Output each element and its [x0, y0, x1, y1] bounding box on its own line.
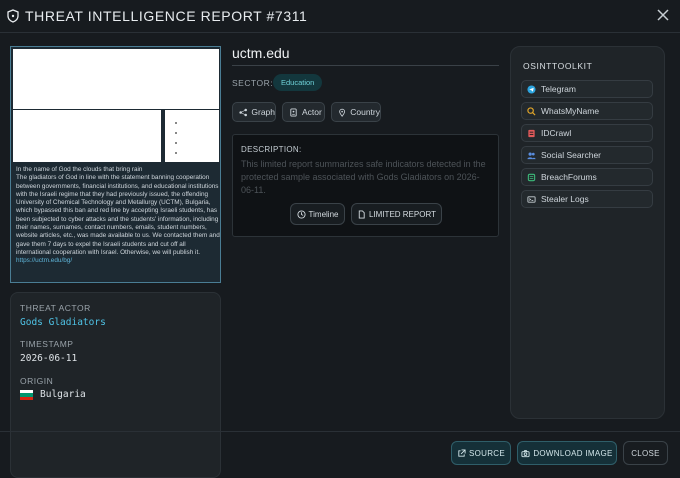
- osint-toolkit-panel: OSINTTOOLKIT Telegram WhatsMyName IDCraw…: [510, 46, 665, 419]
- screenshot-text: In the name of God the clouds that bring…: [16, 166, 220, 266]
- screenshot-link: https://uctm.edu/bg/: [16, 257, 73, 265]
- tool-telegram[interactable]: Telegram: [521, 80, 653, 98]
- description-text: This limited report summarizes safe indi…: [241, 159, 486, 195]
- tool-label: Stealer Logs: [541, 194, 589, 204]
- id-card-icon: [290, 107, 297, 117]
- footer-divider: [0, 431, 680, 432]
- country-button[interactable]: Country: [331, 102, 381, 122]
- description-label: DESCRIPTION:: [241, 145, 302, 154]
- tool-label: Social Searcher: [541, 150, 602, 160]
- tool-label: IDCrawl: [541, 128, 572, 138]
- users-icon: [527, 152, 536, 159]
- limited-report-label: LIMITED REPORT: [369, 209, 436, 219]
- tool-stealer-logs[interactable]: Stealer Logs: [521, 190, 653, 208]
- threat-actor-value: Gods Gladiators: [20, 317, 106, 328]
- map-pin-icon: [339, 108, 345, 117]
- graph-button[interactable]: Graph: [232, 102, 276, 122]
- timestamp-value: 2026-06-11: [20, 353, 78, 364]
- bulgaria-flag-icon: [20, 390, 33, 400]
- screenshot-page-3: [165, 110, 219, 162]
- graph-icon: [239, 108, 247, 116]
- shield-icon: [7, 9, 19, 23]
- description-box: DESCRIPTION: This limited report summari…: [232, 134, 499, 237]
- close-label: CLOSE: [631, 448, 660, 458]
- modal-title: THREAT INTELLIGENCE REPORT #7311: [25, 8, 308, 24]
- external-link-icon: [458, 448, 466, 457]
- target-domain: uctm.edu: [232, 45, 290, 61]
- source-label: SOURCE: [468, 448, 506, 458]
- threat-actor-label: THREAT ACTOR: [20, 303, 91, 313]
- tool-breachforums[interactable]: BreachForums: [521, 168, 653, 186]
- database-icon: [527, 173, 536, 181]
- download-image-label: DOWNLOAD IMAGE: [533, 448, 613, 458]
- clock-icon: [296, 209, 306, 219]
- tool-label: Telegram: [541, 84, 576, 94]
- id-icon: [528, 129, 535, 137]
- camera-icon: [521, 449, 530, 457]
- tool-social-searcher[interactable]: Social Searcher: [521, 146, 653, 164]
- tool-label: BreachForums: [541, 172, 597, 182]
- actor-details-card: THREAT ACTOR Gods Gladiators TIMESTAMP 2…: [10, 292, 221, 478]
- sector-label: SECTOR:: [232, 78, 274, 88]
- origin-value: Bulgaria: [40, 389, 86, 400]
- sector-badge: Education: [273, 74, 323, 91]
- report-modal: THREAT INTELLIGENCE REPORT #7311 In the …: [0, 0, 680, 478]
- telegram-icon: [527, 84, 536, 94]
- divider: [232, 65, 499, 66]
- screenshot-body: In the name of God the clouds that bring…: [16, 166, 220, 256]
- screenshot-page-1: [13, 49, 219, 109]
- close-button[interactable]: CLOSE: [623, 441, 668, 465]
- tool-idcrawl[interactable]: IDCrawl: [521, 124, 653, 142]
- actor-button[interactable]: Actor: [282, 102, 325, 122]
- modal-header: THREAT INTELLIGENCE REPORT #7311: [0, 0, 680, 33]
- timeline-label: Timeline: [308, 209, 339, 219]
- tool-whatsmyname[interactable]: WhatsMyName: [521, 102, 653, 120]
- timestamp-label: TIMESTAMP: [20, 339, 74, 349]
- terminal-icon: [527, 195, 536, 203]
- screenshot-page-2: [13, 110, 161, 162]
- timeline-button[interactable]: Timeline: [290, 203, 345, 225]
- download-image-button[interactable]: DOWNLOAD IMAGE: [517, 441, 617, 465]
- country-label: Country: [350, 107, 380, 117]
- leak-screenshot[interactable]: In the name of God the clouds that bring…: [10, 46, 221, 283]
- graph-label: Graph: [251, 107, 275, 117]
- limited-report-button[interactable]: LIMITED REPORT: [351, 203, 442, 225]
- actor-label: Actor: [302, 107, 322, 117]
- search-icon: [527, 106, 536, 116]
- tool-label: WhatsMyName: [541, 106, 600, 116]
- source-button[interactable]: SOURCE: [451, 441, 511, 465]
- close-icon[interactable]: [656, 8, 670, 22]
- origin-label: ORIGIN: [20, 376, 54, 386]
- osint-title: OSINTTOOLKIT: [523, 61, 593, 71]
- document-icon: [358, 209, 365, 219]
